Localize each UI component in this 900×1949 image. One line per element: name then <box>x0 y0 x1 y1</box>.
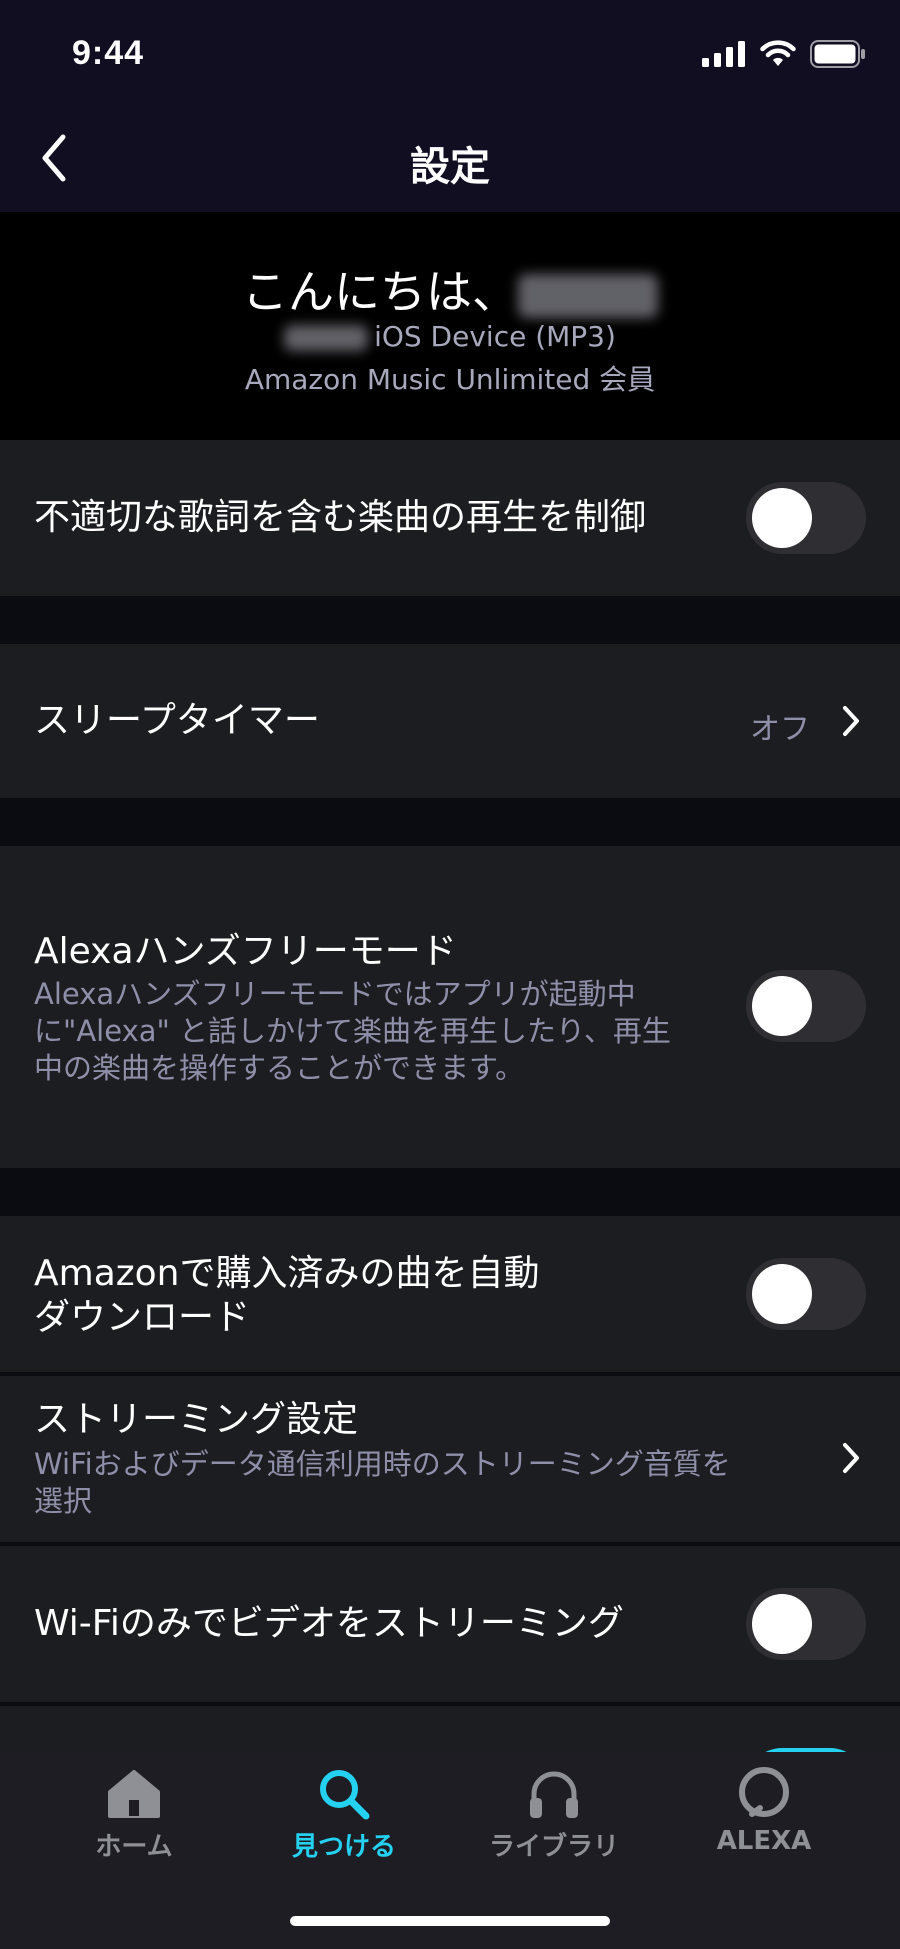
auto-download-toggle[interactable] <box>746 1258 866 1330</box>
explicit-content-toggle[interactable] <box>746 482 866 554</box>
explicit-content-label: 不適切な歌詞を含む楽曲の再生を制御 <box>34 497 647 538</box>
redacted-device-owner <box>284 325 369 351</box>
search-icon <box>320 1770 370 1820</box>
auto-download-row: Amazonで購入済みの曲を自動 ダウンロード <box>0 1216 900 1372</box>
alexa-icon <box>739 1767 789 1817</box>
wifi-video-label: Wi-Fiのみでビデオをストリーミング <box>34 1603 624 1644</box>
streaming-settings-label: ストリーミング設定 <box>34 1399 359 1440</box>
streaming-settings-desc-2: 選択 <box>34 1484 93 1518</box>
streaming-settings-desc-1: WiFiおよびデータ通信利用時のストリーミング音質を <box>34 1447 731 1481</box>
battery-icon <box>810 40 865 68</box>
sleep-timer-row[interactable]: スリープタイマー オフ <box>0 644 900 798</box>
alexa-handsfree-toggle[interactable] <box>746 970 866 1042</box>
status-icons <box>702 40 866 68</box>
tab-alexa-label: ALEXA <box>716 1826 812 1856</box>
explicit-content-row: 不適切な歌詞を含む楽曲の再生を制御 <box>0 440 900 596</box>
status-time: 9:44 <box>72 34 145 72</box>
home-icon <box>108 1770 160 1818</box>
home-indicator[interactable] <box>290 1916 610 1926</box>
navigation-bar: 設定 <box>0 110 900 212</box>
chevron-right-icon <box>836 701 866 741</box>
tab-library[interactable]: ライブラリ <box>464 1752 644 1892</box>
sleep-timer-label: スリープタイマー <box>34 700 320 741</box>
page-title: 設定 <box>410 144 490 190</box>
wifi-video-toggle[interactable] <box>746 1588 866 1660</box>
membership-status: Amazon Music Unlimited 会員 <box>244 363 656 396</box>
device-name: iOS Device (MP3) <box>374 320 616 353</box>
wifi-icon <box>760 40 796 66</box>
tab-find-label: 見つける <box>291 1832 396 1862</box>
alexa-handsfree-row: Alexaハンズフリーモード Alexaハンズフリーモードではアプリが起動中 に… <box>0 846 900 1168</box>
alexa-handsfree-desc-3: 中の楽曲を操作することができます。 <box>34 1051 525 1085</box>
sleep-timer-value: オフ <box>750 712 810 747</box>
tab-home[interactable]: ホーム <box>44 1752 224 1892</box>
alexa-handsfree-desc-1: Alexaハンズフリーモードではアプリが起動中 <box>34 977 636 1011</box>
partial-setting-row <box>0 1706 900 1752</box>
streaming-settings-row[interactable]: ストリーミング設定 WiFiおよびデータ通信利用時のストリーミング音質を 選択 <box>0 1376 900 1542</box>
tab-find[interactable]: 見つける <box>254 1752 434 1892</box>
tab-library-label: ライブラリ <box>488 1832 619 1862</box>
account-greeting: こんにちは、 iOS Device (MP3) Amazon Music Unl… <box>0 212 900 440</box>
device-line: iOS Device (MP3) <box>0 320 900 353</box>
signal-icon <box>702 41 745 67</box>
tab-alexa[interactable]: ALEXA <box>674 1752 854 1892</box>
wifi-video-row: Wi-Fiのみでビデオをストリーミング <box>0 1546 900 1702</box>
status-bar: 9:44 <box>0 0 900 110</box>
tab-home-label: ホーム <box>95 1832 173 1862</box>
greeting-text: こんにちは、 <box>242 265 518 319</box>
greeting-line: こんにちは、 <box>0 256 900 322</box>
alexa-handsfree-desc-2: に"Alexa" と話しかけて楽曲を再生したり、再生 <box>34 1014 671 1048</box>
auto-download-label-1: Amazonで購入済みの曲を自動 <box>34 1253 540 1294</box>
redacted-username <box>518 273 658 318</box>
auto-download-label-2: ダウンロード <box>34 1297 251 1338</box>
alexa-handsfree-label: Alexaハンズフリーモード <box>34 931 457 972</box>
chevron-right-icon <box>836 1438 866 1478</box>
headphones-icon <box>530 1771 578 1818</box>
